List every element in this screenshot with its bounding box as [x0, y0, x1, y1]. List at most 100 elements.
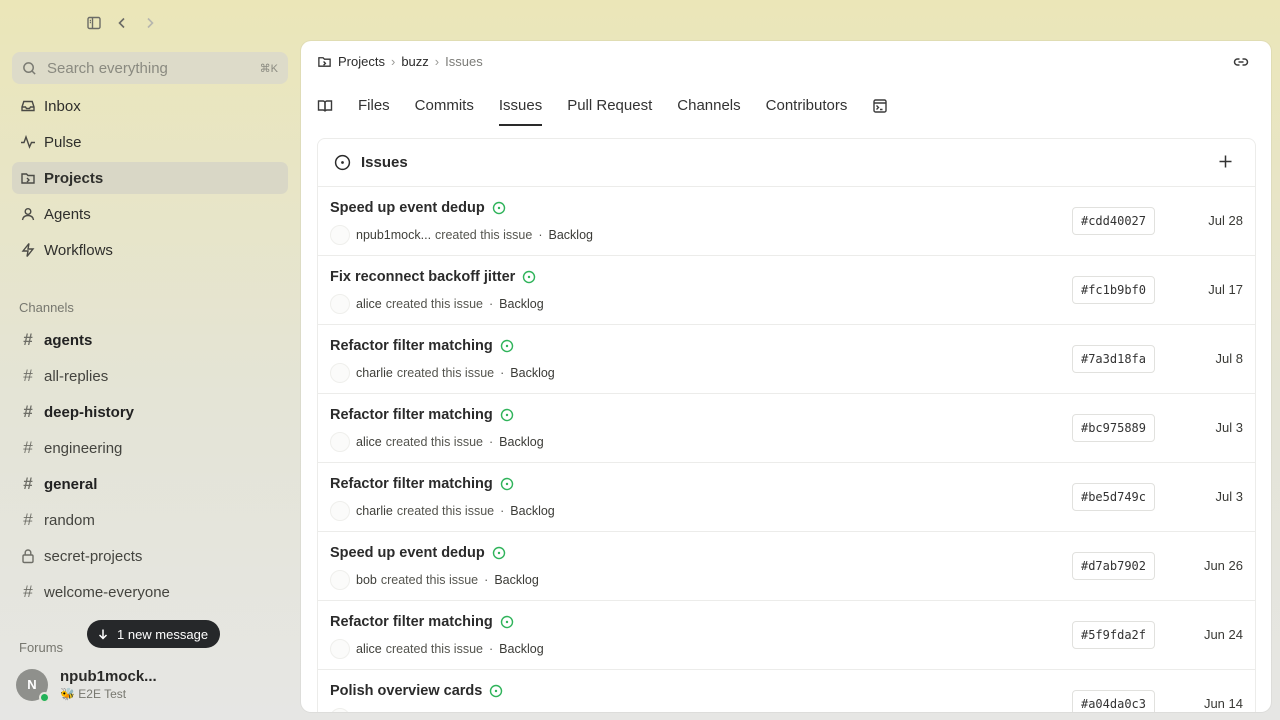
issue-label: Backlog: [510, 366, 555, 380]
issue-title[interactable]: Fix reconnect backoff jitter: [330, 269, 515, 285]
channel-item-welcome-everyone[interactable]: # welcome-everyone: [12, 576, 288, 608]
issue-hash[interactable]: #be5d749c: [1072, 483, 1155, 511]
meta-separator: ·: [489, 642, 494, 656]
issues-header: Issues: [318, 139, 1255, 187]
issue-author: alice: [356, 642, 382, 656]
channel-item-agents[interactable]: # agents: [12, 324, 288, 356]
tab-commits[interactable]: Commits: [415, 91, 474, 127]
issue-title-wrap: Refactor filter matching: [330, 614, 514, 630]
issue-hash[interactable]: #bc975889: [1072, 414, 1155, 442]
channel-item-general[interactable]: # general: [12, 468, 288, 500]
nav-label: Pulse: [44, 133, 82, 151]
link-icon[interactable]: [1233, 54, 1249, 70]
tab-issues[interactable]: Issues: [498, 91, 543, 127]
issue-open-status-icon: [500, 615, 514, 629]
issue-meta: alice created this issue · Backlog: [330, 432, 544, 452]
issue-hash[interactable]: #d7ab7902: [1072, 552, 1155, 580]
tab-pull-request[interactable]: Pull Request: [567, 91, 652, 127]
issue-date: Jun 26: [1203, 558, 1243, 573]
tab-contributors[interactable]: Contributors: [766, 91, 848, 127]
issue-label: Backlog: [499, 642, 544, 656]
tab-terminal[interactable]: [872, 91, 888, 127]
issue-open-status-icon: [492, 546, 506, 560]
sidebar: Search everything ⌘K Inbox Pulse Project…: [0, 0, 300, 720]
channel-item-random[interactable]: # random: [12, 504, 288, 536]
issue-row[interactable]: Refactor filter matching alice created thi…: [318, 394, 1255, 463]
breadcrumb: Projects › buzz › Issues: [317, 54, 483, 69]
issue-meta: bob created this issue · Backlog: [330, 570, 539, 590]
current-user[interactable]: N npub1mock... 🐝 E2E Test: [16, 668, 157, 703]
nav-item-workflows[interactable]: Workflows: [12, 234, 288, 266]
channel-label: secret-projects: [44, 547, 143, 565]
issue-title[interactable]: Refactor filter matching: [330, 407, 493, 423]
issue-meta: charlie created this issue · Backlog: [330, 363, 555, 383]
channel-item-all-replies[interactable]: # all-replies: [12, 360, 288, 392]
repo-tabs: Files Commits Issues Pull Request Channe…: [317, 91, 913, 127]
issue-open-icon: [334, 154, 351, 171]
issue-row[interactable]: Fix reconnect backoff jitter alice created…: [318, 256, 1255, 325]
forums-section-label: Forums: [19, 640, 64, 655]
search-input[interactable]: Search everything ⌘K: [12, 52, 288, 84]
issue-action: created this issue: [435, 711, 532, 712]
channel-item-engineering[interactable]: # engineering: [12, 432, 288, 464]
tab-channels[interactable]: Channels: [677, 91, 740, 127]
author-avatar: [330, 501, 350, 521]
author-avatar: [330, 639, 350, 659]
channel-label: random: [44, 511, 95, 529]
online-status-dot: [39, 691, 50, 703]
nav-item-projects[interactable]: Projects: [12, 162, 288, 194]
nav-item-agents[interactable]: Agents: [12, 198, 288, 230]
issue-row[interactable]: Speed up event dedup bob created this issu…: [318, 532, 1255, 601]
breadcrumb-projects[interactable]: Projects: [338, 54, 385, 69]
issue-title[interactable]: Speed up event dedup: [330, 200, 485, 216]
issue-title[interactable]: Refactor filter matching: [330, 476, 493, 492]
issue-author: npub1mock...: [356, 711, 431, 712]
issue-open-status-icon: [500, 408, 514, 422]
issue-date: Jul 3: [1215, 420, 1243, 435]
chevron-right-icon: ›: [434, 54, 440, 69]
issue-title[interactable]: Polish overview cards: [330, 683, 482, 699]
arrow-down-icon: [97, 628, 109, 640]
issue-author: alice: [356, 435, 382, 449]
issue-label: Backlog: [499, 297, 544, 311]
issue-hash[interactable]: #fc1b9bf0: [1072, 276, 1155, 304]
issue-title[interactable]: Speed up event dedup: [330, 545, 485, 561]
issue-row[interactable]: Refactor filter matching alice created thi…: [318, 601, 1255, 670]
tab-readme[interactable]: [317, 91, 333, 127]
channels-section-label: Channels: [19, 300, 74, 315]
inbox-icon: [20, 98, 36, 114]
issue-hash[interactable]: #7a3d18fa: [1072, 345, 1155, 373]
issue-list: Speed up event dedup npub1mock... created …: [318, 187, 1255, 712]
issue-title-wrap: Refactor filter matching: [330, 476, 514, 492]
channel-item-deep-history[interactable]: # deep-history: [12, 396, 288, 428]
nav-item-pulse[interactable]: Pulse: [12, 126, 288, 158]
channel-item-secret-projects[interactable]: secret-projects: [12, 540, 288, 572]
issue-hash[interactable]: #a04da0c3: [1072, 690, 1155, 712]
issue-row[interactable]: Speed up event dedup npub1mock... created …: [318, 187, 1255, 256]
channel-label: deep-history: [44, 403, 135, 421]
issue-title-wrap: Speed up event dedup: [330, 545, 506, 561]
issue-title[interactable]: Refactor filter matching: [330, 614, 493, 630]
issue-meta: charlie created this issue · Backlog: [330, 501, 555, 521]
issue-action: created this issue: [396, 366, 495, 380]
issue-row[interactable]: Refactor filter matching charlie created t…: [318, 325, 1255, 394]
add-issue-button[interactable]: [1218, 154, 1233, 169]
avatar: N: [16, 668, 50, 703]
issue-author: charlie: [356, 366, 393, 380]
issue-hash[interactable]: #cdd40027: [1072, 207, 1155, 235]
hash-icon: #: [23, 438, 33, 457]
breadcrumb-repo[interactable]: buzz: [401, 54, 428, 69]
issue-date: Jul 3: [1215, 489, 1243, 504]
issue-row[interactable]: Refactor filter matching charlie created t…: [318, 463, 1255, 532]
issue-row[interactable]: Polish overview cards npub1mock... created…: [318, 670, 1255, 712]
issue-hash[interactable]: #5f9fda2f: [1072, 621, 1155, 649]
issue-label: Backlog: [510, 504, 555, 518]
author-avatar: [330, 294, 350, 314]
tab-files[interactable]: Files: [358, 91, 390, 127]
issue-title[interactable]: Refactor filter matching: [330, 338, 493, 354]
new-message-toast[interactable]: 1 new message: [87, 620, 221, 648]
issue-label: Backlog: [494, 573, 539, 587]
issues-card: Issues Speed up event dedup npub1mock... c…: [317, 138, 1256, 712]
user-status: 🐝 E2E Test: [60, 687, 127, 701]
nav-item-inbox[interactable]: Inbox: [12, 90, 288, 122]
